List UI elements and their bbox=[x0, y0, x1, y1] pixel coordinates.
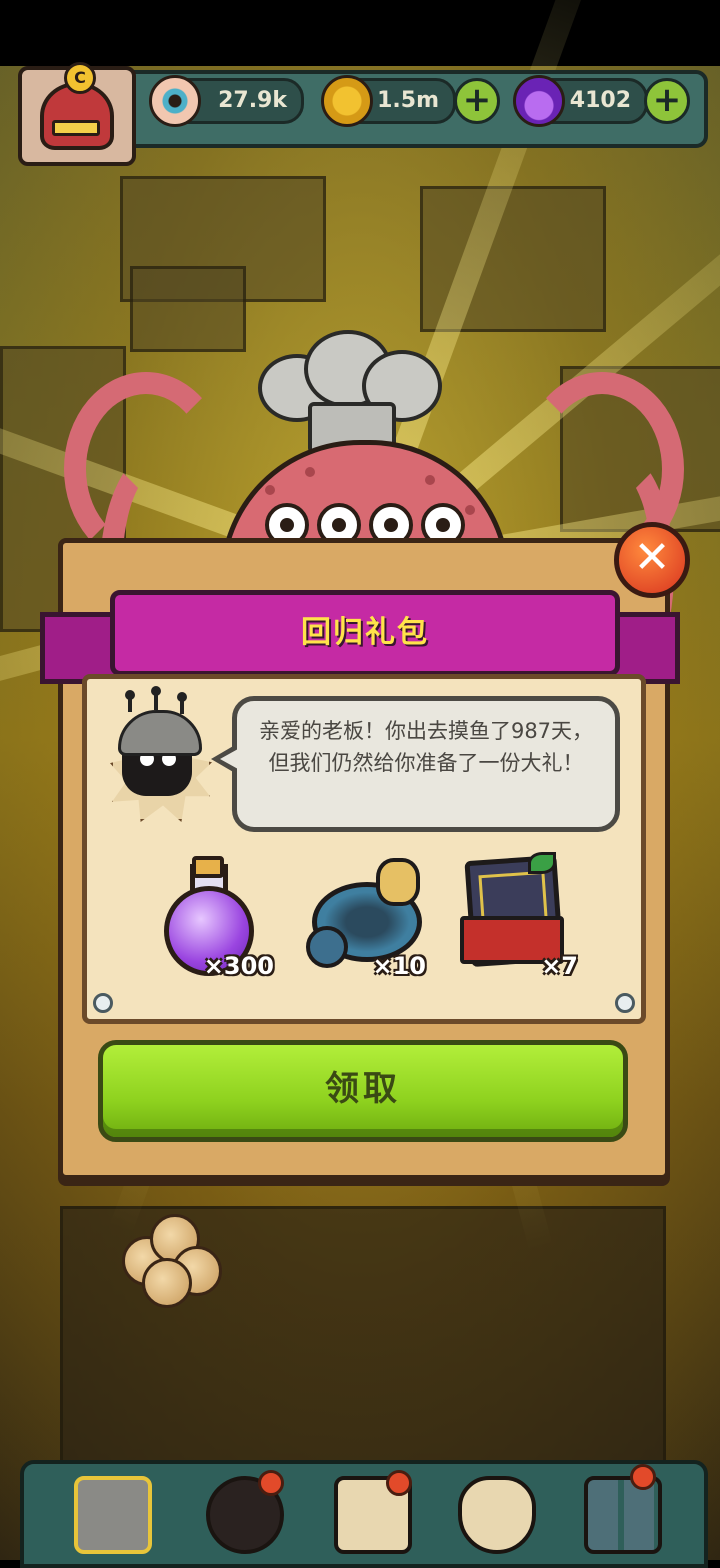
eyeball-icon bbox=[149, 75, 201, 127]
dialog-message: 亲爱的老板！你出去摸鱼了987天，但我们仍然给你准备了一份大礼！ bbox=[258, 719, 594, 775]
chimney bbox=[130, 266, 246, 352]
potion-icon bbox=[513, 75, 565, 127]
coin-icon bbox=[321, 75, 373, 127]
screw bbox=[93, 993, 113, 1013]
card-pack-reward: ×7 bbox=[458, 852, 578, 980]
nav-restaurant[interactable] bbox=[64, 1470, 154, 1556]
nav-more[interactable] bbox=[574, 1464, 664, 1556]
potion-reward: ×300 bbox=[154, 852, 274, 980]
npc-character bbox=[104, 686, 212, 822]
nav-monsters[interactable] bbox=[196, 1470, 286, 1556]
trap-reward: ×10 bbox=[306, 852, 426, 980]
screw bbox=[615, 993, 635, 1013]
close-button[interactable]: ✕ bbox=[614, 522, 690, 598]
close-icon: ✕ bbox=[633, 532, 671, 583]
claim-button[interactable]: 领取 bbox=[98, 1040, 628, 1142]
potions-value: 4102 bbox=[569, 88, 631, 113]
claim-label: 领取 bbox=[325, 1069, 401, 1109]
status-bar bbox=[0, 0, 720, 66]
player-avatar[interactable]: C bbox=[18, 62, 136, 166]
potions-counter: 4102 bbox=[513, 75, 648, 127]
speech-bubble: 亲爱的老板！你出去摸鱼了987天，但我们仍然给你准备了一份大礼！ bbox=[211, 696, 620, 832]
notification-dot bbox=[386, 1470, 412, 1496]
nav-book[interactable] bbox=[324, 1470, 414, 1556]
chef-hat bbox=[258, 330, 442, 454]
eyeball-pile bbox=[142, 1258, 192, 1308]
coins-value: 1.5m bbox=[377, 88, 439, 113]
eyes-value: 27.9k bbox=[218, 88, 287, 113]
dialog-title: 回归礼包 bbox=[301, 615, 429, 650]
title-ribbon: 回归礼包 bbox=[40, 582, 680, 684]
reward-quantity: ×10 bbox=[372, 952, 426, 980]
reward-quantity: ×7 bbox=[541, 952, 578, 980]
restaurant-icon bbox=[74, 1476, 152, 1554]
notification-dot bbox=[258, 1470, 284, 1496]
add-potions-button[interactable]: + bbox=[644, 78, 690, 124]
money-bag-icon bbox=[458, 1476, 536, 1554]
eyes-counter: 27.9k bbox=[149, 75, 304, 127]
reward-quantity: ×300 bbox=[203, 952, 274, 980]
coins-counter: 1.5m bbox=[321, 75, 456, 127]
rank-badge: C bbox=[64, 62, 96, 94]
add-coins-button[interactable]: + bbox=[454, 78, 500, 124]
nav-bag[interactable] bbox=[448, 1470, 538, 1556]
notification-dot bbox=[630, 1464, 656, 1490]
